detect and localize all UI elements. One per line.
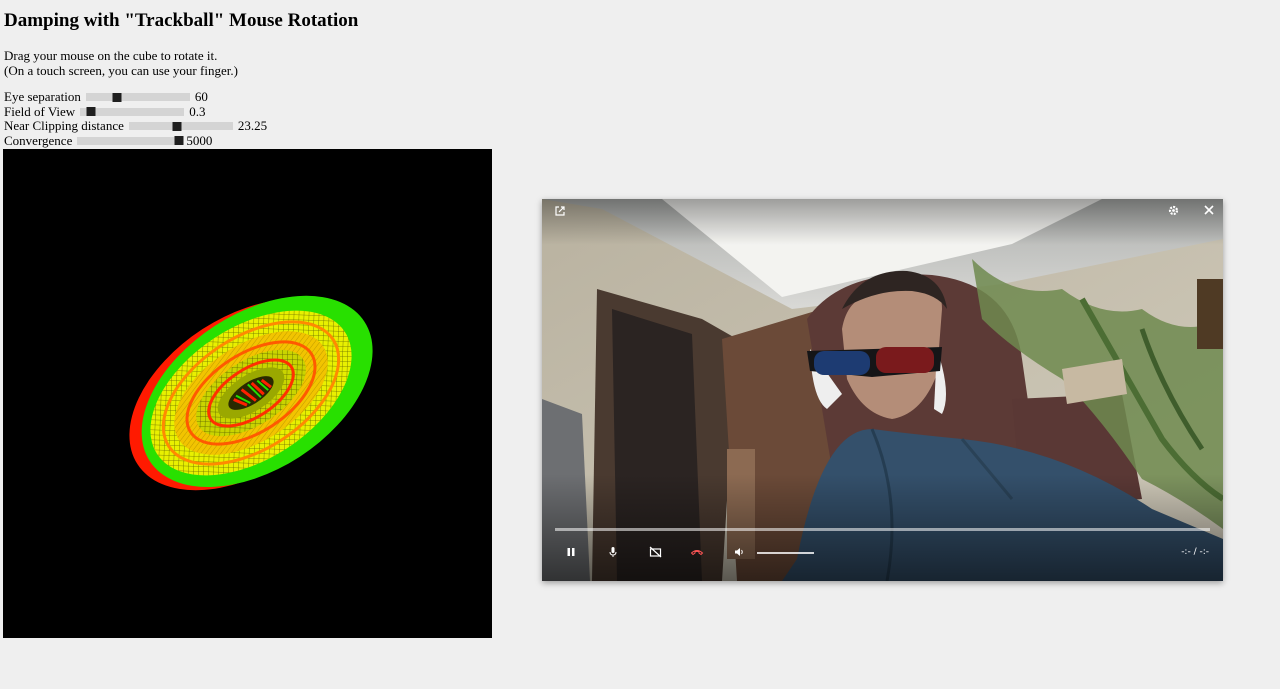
controls-panel: Eye separation 60 Field of View 0.3 Near… [4, 89, 268, 149]
eye-separation-label: Eye separation [4, 89, 81, 104]
convergence-label: Convergence [4, 132, 73, 148]
camera-off-icon[interactable] [647, 546, 663, 562]
eye-separation-slider[interactable] [85, 92, 190, 102]
hang-up-icon[interactable] [689, 546, 705, 562]
volume-slider[interactable] [757, 552, 814, 554]
video-call-player[interactable]: -:- / -:- [542, 199, 1223, 581]
webgl-canvas[interactable] [3, 149, 492, 638]
slider-thumb[interactable] [172, 121, 182, 131]
field-of-view-label: Field of View [4, 103, 76, 119]
eye-separation-row: Eye separation 60 [4, 89, 267, 105]
convergence-value: 5000 [186, 132, 213, 148]
convergence-slider[interactable] [77, 136, 184, 146]
progress-bar[interactable] [555, 528, 1210, 531]
near-clipping-label: Near Clipping distance [4, 118, 124, 133]
slider-thumb[interactable] [86, 107, 96, 117]
microphone-icon[interactable] [605, 546, 621, 562]
near-clipping-value: 23.25 [237, 118, 268, 133]
convergence-row: Convergence 5000 [4, 132, 267, 149]
field-of-view-row: Field of View 0.3 [4, 103, 267, 120]
field-of-view-value: 0.3 [189, 103, 206, 119]
pause-icon[interactable] [563, 546, 579, 562]
close-icon[interactable] [1201, 204, 1217, 220]
webcam-video [542, 199, 1223, 581]
external-link-icon[interactable] [552, 205, 568, 221]
torus-render [129, 295, 373, 491]
slider-thumb[interactable] [112, 92, 122, 102]
near-clipping-slider[interactable] [128, 121, 233, 131]
volume-icon[interactable] [731, 546, 747, 562]
field-of-view-slider[interactable] [80, 107, 185, 117]
instruction-line: Drag your mouse on the cube to rotate it… [4, 48, 218, 63]
instruction-line: (On a touch screen, you can use your fin… [4, 63, 238, 78]
slider-thumb[interactable] [174, 136, 184, 146]
time-display: -:- / -:- [1181, 547, 1209, 557]
eye-separation-value: 60 [194, 89, 208, 104]
near-clipping-row: Near Clipping distance 23.25 [4, 118, 268, 134]
page-title: Damping with "Trackball" Mouse Rotation [4, 10, 359, 31]
instructions: Drag your mouse on the cube to rotate it… [4, 48, 238, 78]
gear-icon[interactable] [1165, 204, 1181, 220]
